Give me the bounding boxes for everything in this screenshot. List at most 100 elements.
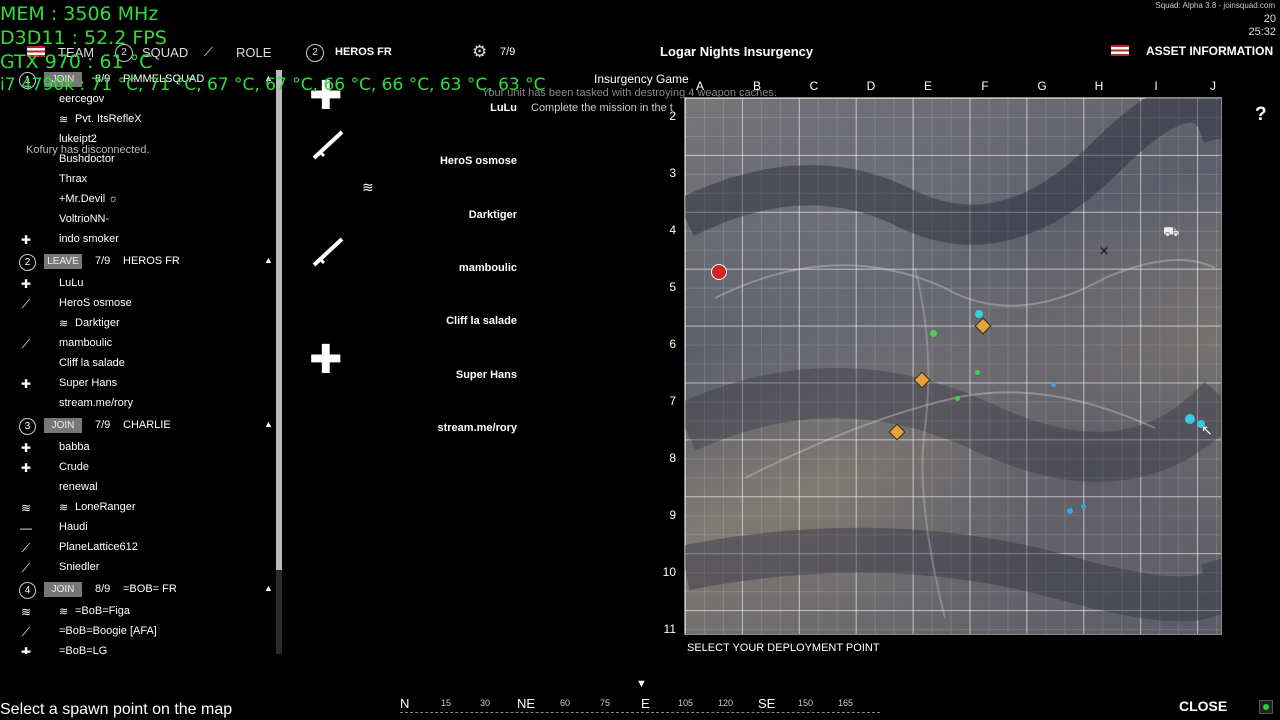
- rifle-icon: ⟋: [21, 541, 31, 555]
- map-row-label: 11: [663, 622, 676, 636]
- list-item[interactable]: ⟋ =BoB=Boogie [AFA]: [0, 622, 276, 642]
- list-item[interactable]: +Mr.Devil ☼: [0, 190, 276, 210]
- compass-heading: 15: [441, 698, 452, 708]
- rifle-icon: ⟋: [21, 625, 31, 639]
- squad-header-3: 3 JOIN 7/9 CHARLIE ▲: [0, 416, 276, 436]
- squad-name: =BOB= FR: [123, 583, 177, 595]
- friendly-marker-icon: [1067, 508, 1073, 514]
- clock-hour: 20: [1263, 13, 1276, 25]
- map-terrain: [685, 98, 1221, 622]
- friendly-marker-icon: [975, 310, 983, 318]
- asset-information-button[interactable]: ASSET INFORMATION: [1146, 44, 1273, 58]
- join-button[interactable]: JOIN: [44, 582, 82, 597]
- member-name: Super Hans: [59, 377, 118, 389]
- squad-member[interactable]: Super Hans: [390, 369, 517, 381]
- squad-list-panel: 1 JOIN 8/9 PIMMELSQUAD ▲ eercegov ≋ Pvt. …: [0, 70, 276, 654]
- member-name: renewal: [59, 481, 98, 493]
- squad-name: CHARLIE: [123, 419, 171, 431]
- gear-icon: ⚙: [472, 42, 488, 61]
- squad-member[interactable]: mamboulic: [390, 262, 517, 274]
- squad-list-scrollbar[interactable]: [276, 70, 282, 654]
- tab-role[interactable]: ROLE: [236, 45, 271, 60]
- leave-button[interactable]: LEAVE: [44, 254, 82, 269]
- help-button[interactable]: ?: [1255, 104, 1267, 126]
- compass-heading: 30: [480, 698, 491, 708]
- squad-member[interactable]: Cliff la salade: [390, 315, 517, 327]
- list-item[interactable]: ⟋ mamboulic: [0, 334, 276, 354]
- deployment-map[interactable]: ✕ ⛟ ↖: [684, 97, 1222, 635]
- squad-member[interactable]: LuLu: [390, 102, 517, 114]
- list-item[interactable]: ✚ =BoB=LG: [0, 642, 276, 654]
- squad-member[interactable]: stream.me/rory: [390, 422, 518, 434]
- member-name: indo smoker: [59, 233, 119, 245]
- squad-member[interactable]: HeroS osmose: [390, 155, 517, 167]
- list-item[interactable]: ⟋ PlaneLattice612: [0, 538, 276, 558]
- disconnect-notice: Kofury has disconnected.: [26, 144, 150, 156]
- map-column-label: G: [1037, 79, 1047, 93]
- chevron-rank-icon: ≋: [59, 502, 69, 514]
- list-item[interactable]: ✚ babba: [0, 438, 276, 458]
- d3d-readout: D3D11 : 52.2 FPS: [0, 27, 167, 49]
- compass-pointer-icon: ▼: [636, 678, 647, 690]
- squad-number: 4: [19, 582, 36, 599]
- collapse-arrow-icon[interactable]: ▲: [264, 583, 273, 593]
- compass-heading: 120: [718, 698, 734, 708]
- map-row-label: 2: [669, 109, 676, 123]
- map-column-label: C: [809, 79, 819, 93]
- map-column-label: A: [695, 79, 704, 93]
- list-item[interactable]: Cliff la salade: [0, 354, 276, 374]
- list-item[interactable]: ✚ indo smoker: [0, 230, 276, 250]
- chevron-rank-icon: ≋: [59, 114, 69, 126]
- list-item[interactable]: stream.me/rory: [0, 394, 276, 414]
- list-item[interactable]: ⟋ HeroS osmose: [0, 294, 276, 314]
- map-column-label: H: [1094, 79, 1104, 93]
- list-item[interactable]: — Haudi: [0, 518, 276, 538]
- map-row-label: 8: [669, 451, 676, 465]
- rifleman-role-icon: [312, 130, 346, 160]
- list-item[interactable]: ≋ ≋ LoneRanger: [0, 498, 276, 518]
- close-button[interactable]: CLOSE: [1179, 698, 1227, 714]
- map-column-label: F: [981, 79, 989, 93]
- squad-member[interactable]: Darktiger: [390, 209, 517, 221]
- list-item[interactable]: ✚ LuLu: [0, 274, 276, 294]
- compass-heading: 165: [838, 698, 854, 708]
- deployment-label: SELECT YOUR DEPLOYMENT POINT: [687, 642, 880, 654]
- list-item[interactable]: ≋ ≋ =BoB=Figa: [0, 602, 276, 622]
- map-row-label: 5: [669, 280, 676, 294]
- mission-complete-text: Complete the mission in the t: [531, 102, 673, 114]
- medic-cross-icon: ✚: [20, 233, 32, 247]
- map-column-label: D: [866, 79, 876, 93]
- collapse-arrow-icon[interactable]: ▲: [264, 419, 273, 429]
- member-name: Darktiger: [75, 317, 120, 329]
- friendly-marker-icon: [955, 396, 960, 401]
- member-name: Crude: [59, 461, 89, 473]
- machine-gun-icon: —: [20, 521, 32, 535]
- squad-count: 7/9: [500, 46, 516, 58]
- member-name: stream.me/rory: [59, 397, 133, 409]
- mem-readout: MEM : 3506 MHz: [0, 3, 159, 25]
- member-name: mamboulic: [59, 337, 113, 349]
- chevron-rank-icon: ≋: [59, 318, 69, 330]
- scrollbar-thumb[interactable]: [276, 70, 282, 570]
- map-row-label: 9: [669, 508, 676, 522]
- list-item[interactable]: ✚ Crude: [0, 458, 276, 478]
- map-row-label: 4: [669, 223, 676, 237]
- collapse-arrow-icon[interactable]: ▲: [264, 255, 273, 265]
- member-name: =BoB=Boogie [AFA]: [59, 625, 157, 637]
- squad-count: 8/9: [95, 583, 111, 595]
- map-column-label: E: [923, 79, 932, 93]
- list-item[interactable]: ≋ Darktiger: [0, 314, 276, 334]
- map-row-label: 3: [669, 166, 676, 180]
- rifle-icon: ⟋: [21, 337, 31, 351]
- list-item[interactable]: ✚ Super Hans: [0, 374, 276, 394]
- list-item[interactable]: VoltrioNN-: [0, 210, 276, 230]
- join-button[interactable]: JOIN: [44, 418, 82, 433]
- map-column-label: I: [1154, 79, 1158, 93]
- list-item[interactable]: Thrax: [0, 170, 276, 190]
- list-item[interactable]: ⟋ Sniedler: [0, 558, 276, 578]
- enemy-marker-icon: [711, 264, 727, 280]
- list-item[interactable]: ≋ Pvt. ItsRefleX: [0, 110, 276, 130]
- status-indicator-icon: [1259, 700, 1273, 714]
- game-version-label: Squad: Alpha 3.8 - joinsquad.com: [1155, 1, 1275, 10]
- list-item[interactable]: renewal: [0, 478, 276, 498]
